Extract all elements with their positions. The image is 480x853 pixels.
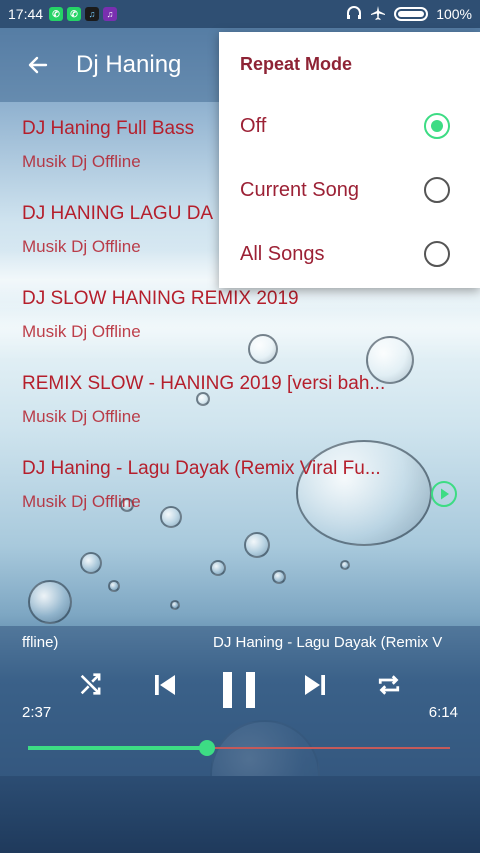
headphones-icon <box>346 5 362 23</box>
pause-icon <box>223 672 255 708</box>
song-artist: Musik Dj Offline <box>22 407 141 426</box>
pause-button[interactable] <box>220 670 258 710</box>
whatsapp-icon: ✆ <box>49 7 64 21</box>
status-bar: 17:44 ✆ ✆ ♫ ♫ 100% <box>0 0 480 28</box>
repeat-icon <box>378 675 400 695</box>
song-item[interactable]: DJ SLOW HANING REMIX 2019 Musik Dj Offli… <box>0 280 480 365</box>
song-title: REMIX SLOW - HANING 2019 [versi bah... <box>22 373 386 394</box>
whatsapp-business-icon: ✆ <box>67 7 82 21</box>
now-playing-icon <box>430 480 458 513</box>
app-notification-icon-2: ♫ <box>103 7 118 21</box>
page-title: Dj Haning <box>76 51 182 78</box>
option-label: Off <box>240 114 267 137</box>
repeat-option-all-songs[interactable]: All Songs <box>219 222 480 286</box>
seek-progress <box>28 746 207 750</box>
skip-previous-icon <box>155 675 175 695</box>
arrow-back-icon <box>28 56 48 74</box>
repeat-button[interactable] <box>372 670 406 700</box>
shuffle-icon <box>80 673 101 695</box>
seek-handle[interactable] <box>198 740 215 756</box>
previous-button[interactable] <box>148 670 182 700</box>
repeat-option-current-song[interactable]: Current Song <box>219 158 480 222</box>
bottom-area <box>0 776 480 853</box>
status-time: 17:44 <box>8 6 44 22</box>
now-playing-title-marquee: DJ Haning - Lagu Dayak (Remix V <box>213 634 443 651</box>
app-notification-icon: ♫ <box>85 7 100 21</box>
radio-unselected-icon[interactable] <box>424 241 450 267</box>
song-artist: Musik Dj Offline <box>22 322 141 341</box>
option-label: All Songs <box>240 242 325 265</box>
song-item[interactable]: DJ Haning - Lagu Dayak (Remix Viral Fu..… <box>0 450 480 535</box>
total-time: 6:14 <box>428 704 458 721</box>
now-playing-artist-marquee: ffline) <box>22 634 59 651</box>
seek-bar[interactable] <box>28 740 450 756</box>
radio-selected-icon[interactable] <box>424 113 450 139</box>
option-label: Current Song <box>240 178 359 201</box>
repeat-option-off[interactable]: Off <box>219 94 480 158</box>
skip-next-icon <box>305 675 325 695</box>
airplane-mode-icon <box>370 5 386 24</box>
current-time: 2:37 <box>22 704 52 721</box>
radio-unselected-icon[interactable] <box>424 177 450 203</box>
battery-icon <box>394 7 429 21</box>
menu-title: Repeat Mode <box>240 54 353 74</box>
shuffle-button[interactable] <box>76 670 106 698</box>
song-artist: Musik Dj Offline <box>22 492 141 511</box>
next-button[interactable] <box>298 670 332 700</box>
player-panel: ffline) DJ Haning - Lagu Dayak (Remix V … <box>0 626 480 776</box>
song-title: DJ Haning - Lagu Dayak (Remix Viral Fu..… <box>22 458 381 479</box>
song-item[interactable]: REMIX SLOW - HANING 2019 [versi bah... M… <box>0 365 480 450</box>
back-button[interactable] <box>0 28 76 102</box>
battery-percent: 100% <box>436 6 472 22</box>
repeat-mode-menu: Repeat Mode Off Current Song All Songs <box>219 32 480 288</box>
